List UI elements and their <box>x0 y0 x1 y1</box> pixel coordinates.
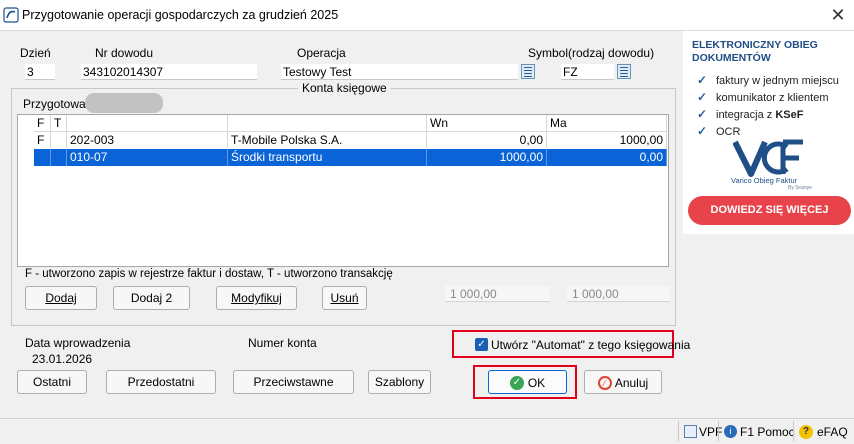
row-t-flag <box>51 132 67 149</box>
add-button-label: Dodaj <box>45 291 77 305</box>
check-icon: ✓ <box>697 73 708 87</box>
vpf-icon <box>684 425 697 439</box>
symbol-lookup-icon[interactable] <box>617 64 631 79</box>
ok-check-icon: ✓ <box>509 375 524 390</box>
prepared-by-redacted <box>85 93 163 113</box>
cancel-icon: ⁄ <box>597 375 612 390</box>
column-header-wn[interactable]: Wn <box>427 115 547 132</box>
ad-logo-byline: By Scanye <box>788 185 812 191</box>
ad-item: faktury w jednym miejscu <box>716 75 839 87</box>
accounts-table: F T Wn Ma F 202-003 T-Mobile Polska S.A.… <box>17 114 669 267</box>
modify-button-label: Modyfikuj <box>231 291 282 305</box>
add-2-button-label: Dodaj 2 <box>130 291 173 305</box>
opposite-button[interactable]: Przeciwstawne <box>233 370 354 394</box>
help-label: F1 Pomoc <box>740 424 795 439</box>
ad-learn-more-button[interactable]: DOWIEDZ SIĘ WIĘCEJ <box>688 196 851 225</box>
efaq-label: eFAQ <box>817 424 848 439</box>
status-separator <box>718 421 719 441</box>
column-header-ma[interactable]: Ma <box>547 115 667 132</box>
last-button-label: Ostatni <box>32 375 71 389</box>
sum-ma: 1 000,00 <box>567 286 670 302</box>
row-name: T-Mobile Polska S.A. <box>228 132 427 149</box>
cancel-button-label: Anuluj <box>614 375 649 390</box>
doc-number-label: Nr dowodu <box>95 46 154 60</box>
ad-item-ksef: KSeF <box>775 109 804 121</box>
day-field[interactable]: 3 <box>25 64 55 80</box>
add-button[interactable]: Dodaj <box>25 286 97 310</box>
templates-button-label: Szablony <box>374 375 425 389</box>
ad-title-line2: DOKUMENTÓW <box>692 52 771 64</box>
ad-item: komunikator z klientem <box>716 92 829 104</box>
vpf-status-item[interactable]: VPF <box>684 421 722 443</box>
column-header-name[interactable] <box>228 115 427 132</box>
check-icon: ✓ <box>697 107 708 121</box>
operation-field[interactable]: Testowy Test <box>281 64 518 80</box>
close-button[interactable]: ✕ <box>826 4 850 26</box>
ad-logo-caption: Varico Obieg Faktur <box>731 176 798 185</box>
check-icon: ✓ <box>697 90 708 104</box>
sum-wn: 1 000,00 <box>445 286 550 302</box>
row-f-flag <box>34 149 51 166</box>
day-label: Dzień <box>20 46 51 60</box>
cancel-button[interactable]: ⁄ Anuluj <box>584 370 662 394</box>
row-wn: 1000,00 <box>427 149 547 166</box>
check-icon: ✓ <box>697 124 708 138</box>
row-t-flag <box>51 149 67 166</box>
row-account: 010-07 <box>67 149 228 166</box>
automat-checkbox[interactable]: ✓ <box>475 338 488 351</box>
templates-button[interactable]: Szablony <box>368 370 431 394</box>
ad-title-line1: ELEKTRONICZNY OBIEG <box>692 39 818 51</box>
row-account: 202-003 <box>67 132 228 149</box>
symbol-label: Symbol(rodzaj dowodu) <box>528 46 655 60</box>
flags-legend-note: F - utworzono zapis w rejestrze faktur i… <box>25 268 393 280</box>
prepared-by-label: Przygotował <box>23 97 89 111</box>
automat-checkbox-label[interactable]: Utwórz "Automat" z tego księgowania <box>491 338 690 352</box>
status-separator <box>793 421 794 441</box>
ad-item: integracja z KSeF <box>716 109 803 121</box>
modify-button[interactable]: Modyfikuj <box>216 286 297 310</box>
help-status-item[interactable]: i F1 Pomoc <box>724 421 795 443</box>
column-header-f[interactable]: F <box>34 115 51 132</box>
row-name: Środki transportu <box>228 149 427 166</box>
ok-button-label: OK <box>527 375 546 390</box>
ok-button[interactable]: ✓ OK <box>488 370 567 394</box>
status-separator <box>678 421 679 441</box>
column-header-t[interactable]: T <box>51 115 67 132</box>
ad-item-text: integracja z <box>716 109 776 121</box>
entry-date-value: 23.01.2026 <box>32 352 93 366</box>
accounts-group-title: Konta księgowe <box>298 81 391 95</box>
doc-number-field[interactable]: 343102014307 <box>81 64 257 80</box>
varico-logo-icon <box>733 139 803 177</box>
operation-label: Operacja <box>297 46 346 60</box>
info-icon: i <box>724 425 737 439</box>
second-last-button-label: Przedostatni <box>127 375 195 389</box>
row-ma: 0,00 <box>547 149 667 166</box>
window-title: Przygotowanie operacji gospodarczych za … <box>22 8 339 22</box>
operation-lookup-icon[interactable] <box>521 64 535 79</box>
delete-button-label: Usuń <box>330 291 359 305</box>
ad-item: OCR <box>716 126 741 138</box>
add-2-button[interactable]: Dodaj 2 <box>113 286 190 310</box>
row-f-flag: F <box>34 132 51 149</box>
entry-date-label: Data wprowadzenia <box>25 336 131 350</box>
account-number-label: Numer konta <box>248 336 317 350</box>
symbol-field[interactable]: FZ <box>561 64 614 80</box>
delete-button[interactable]: Usuń <box>322 286 367 310</box>
column-header-account[interactable] <box>67 115 228 132</box>
row-wn: 0,00 <box>427 132 547 149</box>
question-icon: ? <box>799 424 813 439</box>
second-last-button[interactable]: Przedostatni <box>106 370 216 394</box>
last-button[interactable]: Ostatni <box>17 370 87 394</box>
app-icon <box>3 7 19 23</box>
opposite-button-label: Przeciwstawne <box>253 375 334 389</box>
row-ma: 1000,00 <box>547 132 667 149</box>
efaq-status-item[interactable]: ? eFAQ <box>799 421 848 443</box>
